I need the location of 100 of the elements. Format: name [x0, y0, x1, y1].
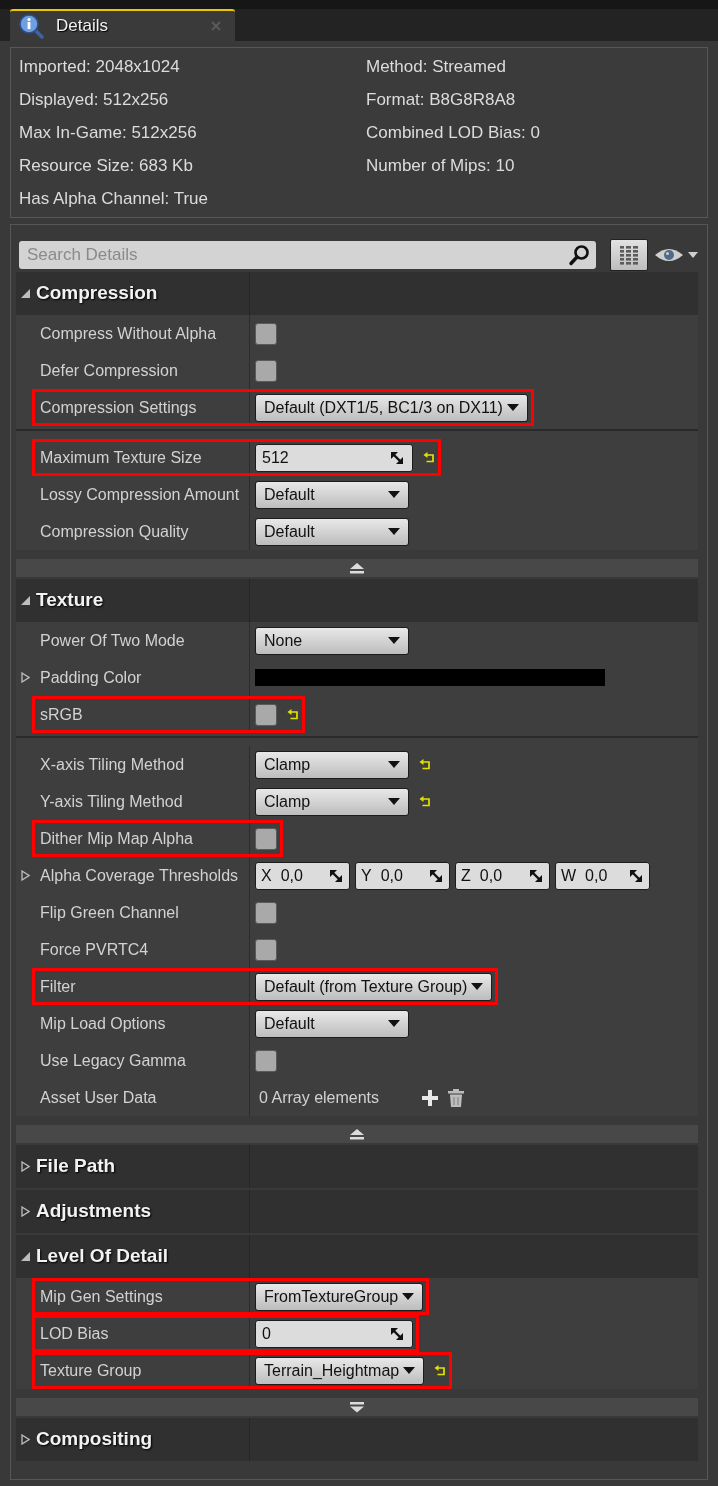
- caret-icon: [403, 1367, 416, 1374]
- number-field[interactable]: 0: [255, 1319, 413, 1348]
- expander-arrow-icon[interactable]: [21, 289, 30, 298]
- dropdown-button[interactable]: Default: [255, 517, 409, 546]
- property-label: Lossy Compression Amount: [40, 484, 240, 505]
- caret-icon: [388, 491, 400, 498]
- dropdown-button[interactable]: FromTextureGroup: [255, 1282, 424, 1311]
- checkbox[interactable]: [255, 322, 277, 345]
- reset-arrow-icon[interactable]: [423, 451, 435, 464]
- checkbox[interactable]: [255, 1049, 277, 1072]
- property-label: Use Legacy Gamma: [40, 1050, 186, 1071]
- caret-icon: [388, 1020, 400, 1027]
- info-text: Format: B8G8R8A8: [366, 89, 516, 111]
- caret-icon: [506, 404, 519, 411]
- category-title: Texture: [36, 588, 104, 613]
- color-swatch[interactable]: [255, 669, 605, 686]
- dropdown-button[interactable]: Default: [255, 480, 409, 509]
- trash-icon[interactable]: [448, 1088, 465, 1107]
- up-arrow-icon: [349, 562, 365, 574]
- category-header[interactable]: Adjustments: [16, 1190, 698, 1233]
- search-field[interactable]: Search Details: [19, 241, 596, 269]
- expander-arrow-icon[interactable]: [21, 1252, 30, 1261]
- spin-arrows-icon[interactable]: [329, 868, 343, 883]
- panel-tab[interactable]: Details: [10, 9, 235, 41]
- info-text: Number of Mips: 10: [366, 155, 515, 177]
- array-count-text: 0 Array elements: [258, 1087, 380, 1108]
- property-label: Padding Color: [40, 667, 142, 688]
- view-options-button[interactable]: [654, 246, 698, 264]
- spin-arrows-icon[interactable]: [529, 868, 543, 883]
- category-header[interactable]: Compression: [16, 272, 698, 315]
- advanced-toggle-bar[interactable]: [16, 1398, 698, 1416]
- property-label: Power Of Two Mode: [40, 630, 185, 651]
- reset-arrow-icon[interactable]: [434, 1364, 447, 1377]
- property-label: Mip Load Options: [40, 1013, 166, 1034]
- expander-arrow-icon[interactable]: [21, 870, 30, 881]
- spin-arrows-icon[interactable]: [429, 868, 443, 883]
- expander-arrow-icon[interactable]: [21, 596, 30, 605]
- advanced-toggle-bar[interactable]: [16, 559, 698, 577]
- reset-arrow-icon[interactable]: [419, 758, 431, 771]
- category-title: Compression: [36, 281, 158, 306]
- expander-arrow-icon[interactable]: [21, 1206, 30, 1217]
- category-header[interactable]: Level Of Detail: [16, 1235, 698, 1278]
- property-label: Y-axis Tiling Method: [40, 791, 183, 812]
- category-title: Adjustments: [36, 1199, 152, 1224]
- caret-icon: [402, 1293, 415, 1300]
- expander-arrow-icon[interactable]: [21, 1161, 30, 1172]
- info-magnifier-icon: [18, 13, 44, 39]
- advanced-toggle-bar[interactable]: [16, 1125, 698, 1143]
- checkbox[interactable]: [255, 827, 277, 850]
- property-label: Compression Settings: [40, 397, 197, 418]
- dropdown-button[interactable]: Terrain_Heightmap: [255, 1356, 425, 1385]
- property-label: X-axis Tiling Method: [40, 754, 185, 775]
- property-label: Maximum Texture Size: [40, 447, 202, 468]
- number-field[interactable]: 512: [255, 443, 413, 472]
- vector-component-field[interactable]: Z 0,0: [455, 861, 550, 890]
- info-text: Has Alpha Channel: True: [19, 188, 208, 210]
- checkbox[interactable]: [255, 901, 277, 924]
- expander-arrow-icon[interactable]: [21, 672, 30, 683]
- property-label: Compression Quality: [40, 521, 189, 542]
- spin-arrows-icon[interactable]: [629, 868, 643, 883]
- vector-component-field[interactable]: X 0,0: [255, 861, 350, 890]
- info-text: Combined LOD Bias: 0: [366, 122, 540, 144]
- category-header[interactable]: File Path: [16, 1145, 698, 1188]
- spin-arrows-icon[interactable]: [390, 1326, 404, 1341]
- expander-arrow-icon[interactable]: [21, 1434, 30, 1445]
- info-text: Imported: 2048x1024: [19, 56, 180, 78]
- vector-component-field[interactable]: Y 0,0: [355, 861, 450, 890]
- caret-icon: [388, 761, 400, 768]
- property-label: Force PVRTC4: [40, 939, 149, 960]
- category-title: Level Of Detail: [36, 1244, 168, 1269]
- caret-icon: [388, 798, 400, 805]
- grid-list-icon: [619, 245, 639, 265]
- property-label: Asset User Data: [40, 1087, 157, 1108]
- checkbox[interactable]: [255, 359, 277, 382]
- dropdown-button[interactable]: None: [255, 626, 409, 655]
- info-text: Displayed: 512x256: [19, 89, 169, 111]
- checkbox[interactable]: [255, 703, 277, 726]
- dropdown-button[interactable]: Default (from Texture Group): [255, 972, 493, 1001]
- dropdown-button[interactable]: Default: [255, 1009, 409, 1038]
- dropdown-button[interactable]: Clamp: [255, 750, 409, 779]
- reset-arrow-icon[interactable]: [287, 708, 299, 721]
- property-label: Defer Compression: [40, 360, 178, 381]
- search-icon[interactable]: [568, 244, 590, 266]
- spin-arrows-icon[interactable]: [390, 450, 404, 465]
- category-header[interactable]: Texture: [16, 579, 698, 622]
- caret-icon: [688, 252, 698, 258]
- vector-component-field[interactable]: W 0,0: [555, 861, 650, 890]
- plus-icon[interactable]: [422, 1089, 439, 1106]
- dropdown-button[interactable]: Default (DXT1/5, BC1/3 on DX11): [255, 393, 528, 422]
- property-label: LOD Bias: [40, 1323, 109, 1344]
- category-header[interactable]: Compositing: [16, 1418, 698, 1461]
- caret-icon: [388, 528, 400, 535]
- reset-arrow-icon[interactable]: [419, 795, 431, 808]
- dropdown-button[interactable]: Clamp: [255, 787, 409, 816]
- caret-icon: [388, 637, 400, 644]
- list-view-button[interactable]: [610, 239, 648, 271]
- property-label: Mip Gen Settings: [40, 1286, 163, 1307]
- property-label: Dither Mip Map Alpha: [40, 828, 193, 849]
- checkbox[interactable]: [255, 938, 277, 961]
- eye-icon: [654, 246, 684, 264]
